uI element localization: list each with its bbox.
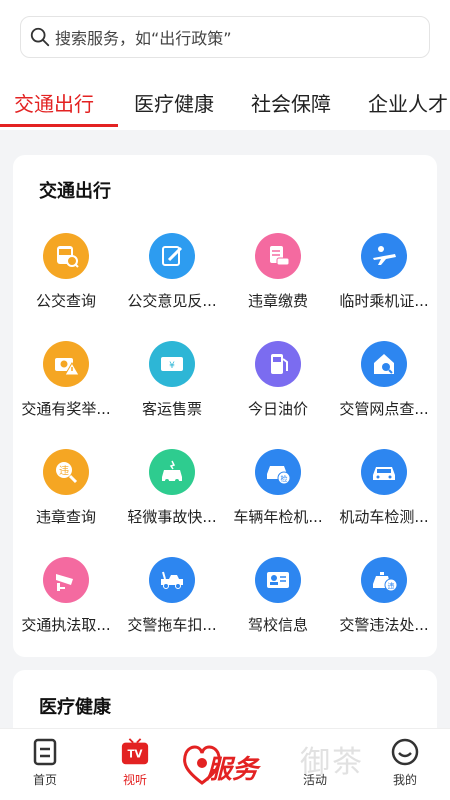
service-police-violation-handling[interactable]: 违 交警违法处... (331, 557, 437, 657)
search-icon (30, 27, 50, 47)
nav-label: 活动 (302, 773, 327, 787)
nav-video[interactable]: TV 视听 (100, 737, 170, 788)
nav-mine[interactable]: 我的 (370, 737, 440, 788)
svg-text:检: 检 (281, 474, 288, 483)
service-vehicle-inspection[interactable]: 检 车辆年检机... (225, 449, 331, 549)
service-enforcement-evidence[interactable]: 交通执法取... (13, 557, 119, 657)
service-label: 交警拖车扣... (127, 616, 217, 634)
nav-service-center[interactable]: 服务 (178, 735, 278, 791)
service-motor-vehicle-testing[interactable]: 机动车检测... (331, 449, 437, 549)
svg-text:违: 违 (59, 465, 69, 477)
nav-label: 我的 (392, 773, 417, 787)
service-center-label: 服务 (206, 755, 259, 785)
tab-medical[interactable]: 医疗健康 (134, 88, 214, 117)
airplane-icon (361, 233, 407, 279)
tv-badge-text: TV (128, 749, 143, 761)
service-fuel-price[interactable]: 今日油价 (225, 341, 331, 441)
service-label: 今日油价 (247, 400, 308, 418)
violation-search-icon: 违 (43, 449, 89, 495)
cctv-camera-icon (43, 557, 89, 603)
service-label: 交管网点查... (339, 400, 429, 418)
search-input[interactable]: 搜索服务，如“出行政策” (20, 16, 430, 58)
house-search-icon (361, 341, 407, 387)
service-label: 驾校信息 (247, 616, 308, 634)
service-bus-query[interactable]: 公交查询 (13, 233, 119, 333)
nav-home[interactable]: 首页 (10, 737, 80, 788)
section-title: 医疗健康 (39, 697, 111, 718)
svg-text:违: 违 (388, 582, 395, 590)
id-card-icon (255, 557, 301, 603)
service-label: 车辆年检机... (233, 508, 323, 526)
header: 搜索服务，如“出行政策” 交通出行 医疗健康 社会保障 企业人才 (0, 0, 450, 130)
service-label: 轻微事故快... (127, 508, 217, 526)
service-violation-query[interactable]: 违 违章查询 (13, 449, 119, 549)
tab-enterprise-talent[interactable]: 企业人才 (368, 88, 448, 117)
smile-icon (390, 737, 420, 767)
tow-truck-icon (149, 557, 195, 603)
bus-search-icon (43, 233, 89, 279)
home-icon (30, 737, 60, 767)
service-passenger-ticket[interactable]: ¥ 客运售票 (119, 341, 225, 441)
service-label: 机动车检测... (339, 508, 429, 526)
traffic-section-card: 交通出行 公交查询 公交意见反... 违章缴费 临时乘机证... 交通有奖举..… (13, 155, 437, 657)
nav-activity[interactable]: 活动 (280, 737, 350, 788)
fuel-icon (255, 341, 301, 387)
service-minor-accident[interactable]: 轻微事故快... (119, 449, 225, 549)
nav-label: 视听 (122, 773, 147, 787)
ticket-icon: ¥ (149, 341, 195, 387)
service-driving-school-info[interactable]: 驾校信息 (225, 557, 331, 657)
service-bus-feedback[interactable]: 公交意见反... (119, 233, 225, 333)
service-label: 公交查询 (35, 292, 96, 310)
car-document-icon (255, 233, 301, 279)
active-tab-indicator (0, 124, 118, 127)
tab-traffic[interactable]: 交通出行 (14, 88, 94, 117)
service-label: 临时乘机证... (339, 292, 429, 310)
activity-icon (300, 737, 330, 767)
service-label: 交警违法处... (339, 616, 429, 634)
tv-icon: TV (120, 737, 150, 767)
search-placeholder: 搜索服务，如“出行政策” (55, 29, 232, 48)
svg-text:¥: ¥ (169, 361, 175, 371)
service-violation-payment[interactable]: 违章缴费 (225, 233, 331, 333)
service-label: 违章缴费 (247, 292, 308, 310)
service-traffic-office-search[interactable]: 交管网点查... (331, 341, 437, 441)
section-title: 交通出行 (39, 181, 111, 202)
car-inspection-icon: 检 (255, 449, 301, 495)
car-wrench-icon (361, 449, 407, 495)
service-label: 交通有奖举... (21, 400, 111, 418)
service-label: 公交意见反... (127, 292, 217, 310)
camera-warning-icon (43, 341, 89, 387)
service-temp-boarding-pass[interactable]: 临时乘机证... (331, 233, 437, 333)
service-traffic-report[interactable]: 交通有奖举... (13, 341, 119, 441)
bottom-navigation: 首页 TV 视听 服务 御茶 活动 我的 (0, 728, 450, 800)
service-label: 交通执法取... (21, 616, 111, 634)
edit-icon (149, 233, 195, 279)
police-car-icon: 违 (361, 557, 407, 603)
category-tabs: 交通出行 医疗健康 社会保障 企业人才 (0, 80, 450, 128)
service-label: 客运售票 (141, 400, 202, 418)
service-label: 违章查询 (35, 508, 96, 526)
service-tow-impound[interactable]: 交警拖车扣... (119, 557, 225, 657)
tab-social-security[interactable]: 社会保障 (251, 88, 331, 117)
nav-label: 首页 (32, 773, 57, 787)
car-crash-icon (149, 449, 195, 495)
